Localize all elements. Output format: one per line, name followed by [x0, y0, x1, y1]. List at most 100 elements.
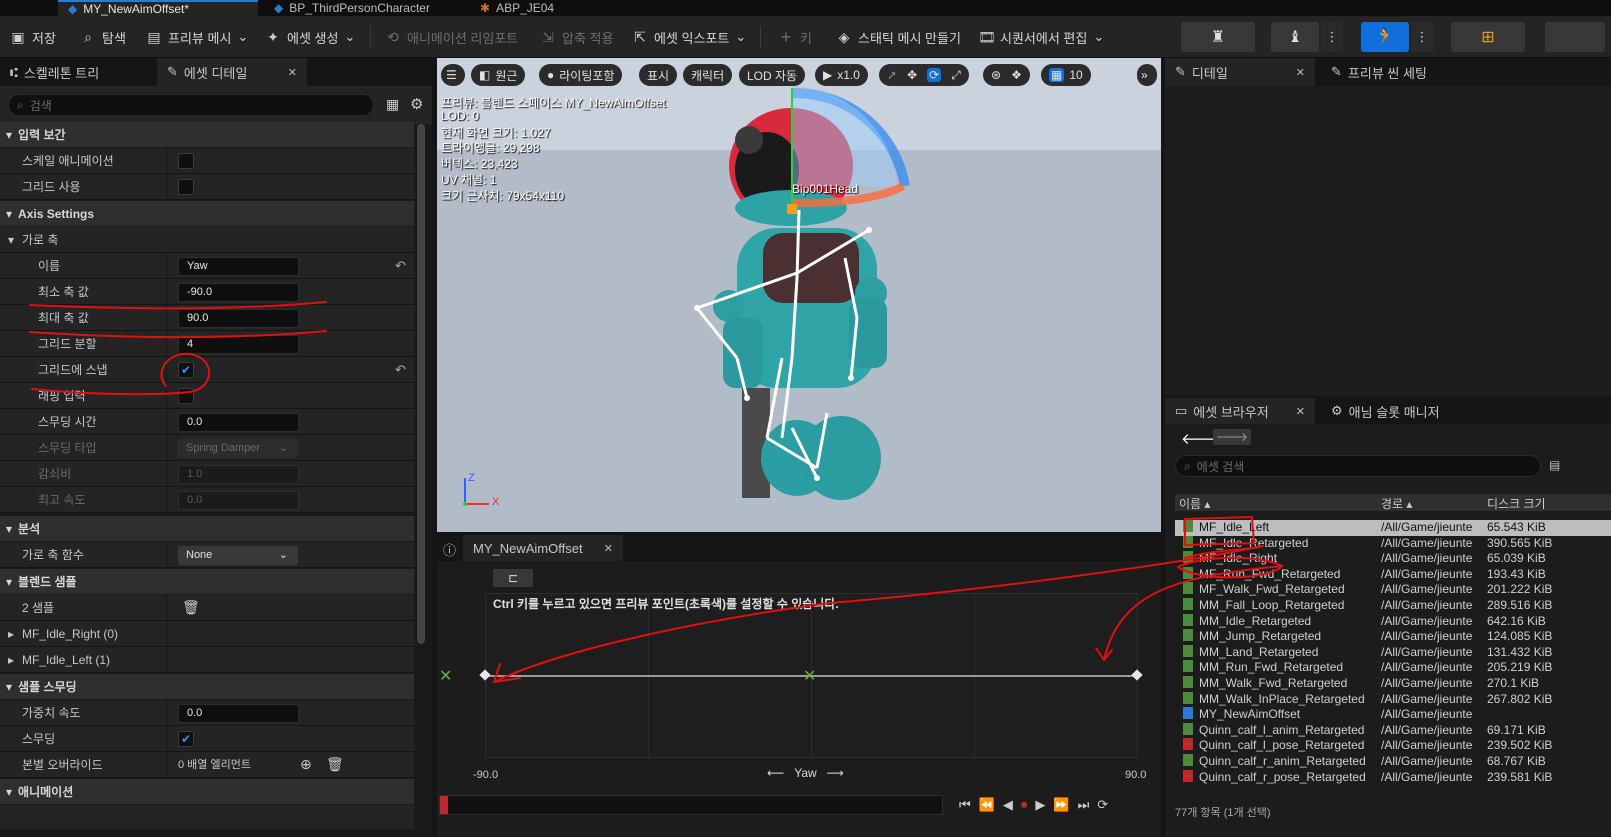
play-reverse-icon[interactable]: ◀ [1003, 797, 1013, 813]
asset-row[interactable]: MM_Walk_Fwd_Retargeted/All/Game/jieunte 2… [1175, 676, 1611, 692]
tab-blendspace-editor[interactable]: MY_NewAimOffset ✕ [463, 535, 623, 561]
skeleton-mode-button[interactable]: ♜ [1181, 22, 1255, 52]
grid-snap-button[interactable]: ▦ 10 [1041, 64, 1091, 86]
smoothing-checkbox[interactable]: ✔ [178, 731, 194, 747]
save-button[interactable]: ▣ 저장 [10, 24, 56, 50]
tab-skeleton-tree[interactable]: ⑆ 스켈레톤 트리 [0, 58, 150, 86]
category-sample-smoothing[interactable]: ▾ 샘플 스무딩 [0, 674, 414, 699]
close-icon[interactable]: ✕ [288, 66, 297, 79]
surface-snap-icon[interactable]: ❖ [1011, 68, 1022, 82]
wrap-input-checkbox[interactable] [178, 388, 194, 404]
max-axis-value-field[interactable]: 90.0 [178, 309, 299, 328]
reset-arrow-icon[interactable]: ↶ [395, 362, 406, 378]
category-interpolation[interactable]: ▾ 입력 보간 [0, 122, 414, 147]
asset-search-input[interactable]: ⌕ 에셋 검색 [1175, 455, 1541, 477]
weight-speed-field[interactable]: 0.0 [178, 704, 299, 723]
preview-viewport[interactable]: ☰ ◧ 원근 ● 라이팅포함 표시 캐릭터 LOD 자동 ▶ x1.0 ➚ ✥ ⟳ ⤢… [437, 58, 1161, 532]
property-row-sample-right[interactable]: ▸ MF_Idle_Right (0) [0, 621, 414, 647]
asset-row[interactable]: MM_Fall_Loop_Retargeted/All/Game/jieunte… [1175, 598, 1611, 614]
asset-row[interactable]: MM_Jump_Retargeted/All/Game/jieunte 124.0… [1175, 629, 1611, 645]
select-icon[interactable]: ➚ [887, 68, 897, 82]
blueprint-mode-button[interactable]: ⊞ [1451, 22, 1525, 52]
record-icon[interactable]: ⏺ [1021, 797, 1028, 813]
lod-auto-button[interactable]: LOD 자동 [739, 64, 806, 86]
timeline-scrubber[interactable] [439, 795, 943, 815]
play-icon[interactable]: ▶ [1035, 797, 1045, 813]
table-view-icon[interactable]: ▦ [386, 96, 399, 113]
trash-icon[interactable]: 🗑 [326, 756, 344, 773]
tab-details[interactable]: ✎ 디테일 ✕ [1165, 58, 1315, 86]
asset-row[interactable]: Quinn_calf_l_pose_Retargeted/All/Game/ji… [1175, 738, 1611, 754]
scale-icon[interactable]: ⤢ [951, 68, 961, 83]
column-name[interactable]: 이름 ▴ [1179, 495, 1210, 512]
damping-ratio-field[interactable]: 1.0 [178, 465, 299, 484]
category-axis-settings[interactable]: ▾ Axis Settings [0, 201, 414, 226]
viewport-expand-button[interactable]: » [1137, 64, 1157, 86]
forward-arrow-icon[interactable]: 🡒 [1213, 429, 1251, 445]
category-animation[interactable]: ▾ 애니메이션 [0, 779, 414, 804]
view-mode-button[interactable]: ● 라이팅포함 [539, 64, 623, 86]
preview-point-marker[interactable]: ✕ [803, 666, 816, 686]
browse-button[interactable]: ⌕ 탐색 [80, 24, 126, 50]
edit-in-sequencer-button[interactable]: 🎞 시퀀서에서 편집 ⌄ [978, 24, 1104, 50]
physics-mode-button[interactable] [1545, 22, 1605, 52]
details-search-input[interactable]: ⌕ 검색 [8, 94, 374, 116]
scale-animation-checkbox[interactable] [178, 153, 194, 169]
playback-speed-button[interactable]: ▶ x1.0 [815, 64, 868, 86]
character-button[interactable]: 캐릭터 [683, 64, 733, 86]
reset-arrow-icon[interactable]: ↶ [395, 258, 406, 274]
add-key-button[interactable]: + 키 [778, 24, 812, 50]
smoothing-time-field[interactable]: 0.0 [178, 413, 299, 432]
snap-to-grid-checkbox[interactable]: ✔ [178, 362, 194, 378]
asset-row[interactable]: MM_Run_Fwd_Retargeted/All/Game/jieunte 20… [1175, 660, 1611, 676]
asset-row[interactable]: MF_Idle_Retargeted/All/Game/jieunte 390.5… [1175, 535, 1611, 552]
trash-icon[interactable]: 🗑 [182, 599, 200, 616]
local-space-icon[interactable]: ⊛ [991, 68, 1001, 82]
reimport-button[interactable]: ⟲ 애니메이션 리임포트 [385, 24, 518, 50]
asset-row[interactable]: MY_NewAimOffset/All/Game/jieunte [1175, 707, 1611, 723]
tab-abp-je04[interactable]: ✱ ABP_JE04 [470, 0, 590, 16]
translate-icon[interactable]: ✥ [907, 68, 917, 82]
smoothing-type-dropdown[interactable]: Spring Damper ⌄ [178, 439, 298, 458]
tab-preview-scene-settings[interactable]: ✎ 프리뷰 씬 세팅 [1321, 58, 1471, 86]
category-analysis[interactable]: ▾ 분석 [0, 516, 414, 541]
help-icon[interactable]: ⓘ [443, 540, 456, 559]
tab-asset-browser[interactable]: ▭ 에셋 브라우저 ✕ [1165, 398, 1315, 424]
tab-anim-slot-manager[interactable]: ⚙ 애님 슬롯 매니저 [1321, 398, 1471, 424]
gear-icon[interactable]: ⚙ [410, 95, 423, 113]
rotate-icon[interactable]: ⟳ [927, 68, 942, 82]
asset-row[interactable]: MF_Walk_Fwd_Retargeted/All/Game/jieunte 2… [1175, 582, 1611, 598]
use-grid-checkbox[interactable] [178, 179, 194, 195]
show-button[interactable]: 표시 [639, 64, 678, 86]
create-asset-button[interactable]: ✦ 에셋 생성 ⌄ [265, 24, 355, 50]
more-options-button[interactable]: ⋮ [1321, 22, 1343, 52]
property-row-sample-left[interactable]: ▸ MF_Idle_Left (1) [0, 647, 414, 673]
viewport-menu-button[interactable]: ☰ [441, 64, 465, 86]
asset-row[interactable]: MM_Idle_Retargeted/All/Game/jieunte 642.1… [1175, 613, 1611, 630]
details-scrollbar[interactable] [417, 124, 425, 644]
close-icon[interactable]: ✕ [604, 542, 613, 555]
apply-compression-button[interactable]: ⇲ 압축 적용 [540, 24, 613, 50]
animation-mode-button[interactable]: 🏃 [1361, 22, 1409, 52]
show-triangulation-button[interactable]: ⊏ [493, 569, 533, 587]
perspective-button[interactable]: ◧ 원근 [471, 64, 526, 86]
asset-row[interactable]: Quinn_calf_r_anim_Retargeted/All/Game/ji… [1175, 754, 1611, 770]
loop-icon[interactable]: ⟳ [1097, 797, 1108, 813]
step-forward-icon[interactable]: ⏩ [1053, 797, 1069, 813]
add-element-icon[interactable]: ⊕ [300, 756, 312, 773]
asset-row[interactable]: Quinn_calf_l_anim_Retargeted/All/Game/ji… [1175, 722, 1611, 739]
preview-mesh-button[interactable]: ▤ 프리뷰 메시 ⌄ [146, 24, 248, 50]
unreal-logo-icon[interactable] [0, 0, 50, 16]
asset-row[interactable]: MF_Run_Fwd_Retargeted/All/Game/jieunte 19… [1175, 566, 1611, 583]
step-back-icon[interactable]: ⏪ [979, 797, 995, 813]
mesh-mode-button[interactable]: ♝ [1271, 22, 1319, 52]
axis-name-field[interactable]: Yaw [178, 257, 299, 276]
column-path[interactable]: 경로 ▴ [1381, 495, 1412, 512]
tab-asset-details[interactable]: ✎ 에셋 디테일 ✕ [157, 58, 307, 86]
max-speed-field[interactable]: 0.0 [178, 491, 299, 510]
close-icon[interactable]: ✕ [1296, 405, 1305, 418]
asset-row[interactable]: MM_Land_Retargeted/All/Game/jieunte 131.4… [1175, 644, 1611, 661]
tab-bp-thirdpersoncharacter[interactable]: ◆ BP_ThirdPersonCharacter [264, 0, 464, 16]
asset-row[interactable]: MM_Walk_InPlace_Retargeted/All/Game/jieu… [1175, 691, 1611, 708]
asset-row[interactable]: Quinn_calf_r_pose_Retargeted/All/Game/ji… [1175, 769, 1611, 786]
